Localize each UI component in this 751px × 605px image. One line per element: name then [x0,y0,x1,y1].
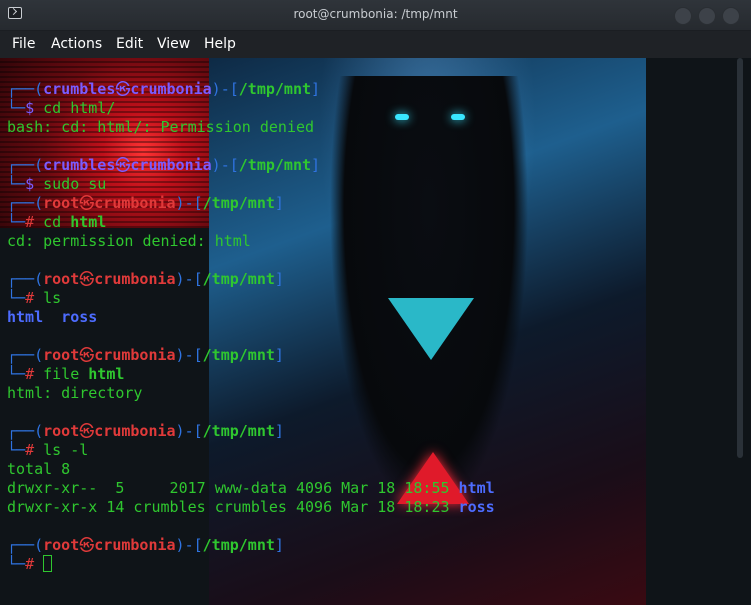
menu-help[interactable]: Help [204,36,236,52]
menu-file[interactable]: File [12,36,35,52]
command-line: └─# cd html [7,213,107,231]
text-cursor [43,555,53,572]
window-title: root@crumbonia: /tmp/mnt [293,7,458,21]
command-line: └─# file html [7,365,125,383]
hooded-figure-silhouette [329,76,529,516]
command-output: cd: permission denied: html [7,232,251,250]
window-titlebar: root@crumbonia: /tmp/mnt [0,0,751,31]
menu-view[interactable]: View [157,36,190,52]
prompt-line: ┌──(crumbles㉿crumbonia)-[/tmp/mnt] [7,80,321,98]
command-output: html ross [7,308,98,326]
command-line: └─$ sudo su [7,175,107,193]
command-input-line[interactable]: └─# [7,555,53,574]
command-output: html: directory [7,384,143,402]
command-output: total 8 [7,460,71,478]
prompt-line: ┌──(root㉿crumbonia)-[/tmp/mnt] [7,194,284,212]
prompt-line: ┌──(root㉿crumbonia)-[/tmp/mnt] [7,270,284,288]
menu-bar: File Actions Edit View Help [0,31,751,58]
close-button[interactable] [722,7,740,25]
prompt-line: ┌──(root㉿crumbonia)-[/tmp/mnt] [7,346,284,364]
glowing-eye-left [395,114,409,120]
menu-edit[interactable]: Edit [116,36,143,52]
command-output: bash: cd: html/: Permission denied [7,118,315,136]
minimize-button[interactable] [674,7,692,25]
prompt-line: ┌──(root㉿crumbonia)-[/tmp/mnt] [7,422,284,440]
glowing-eye-right [451,114,465,120]
command-line: └─# ls [7,289,62,307]
listing-row: drwxr-xr-x 14 crumbles crumbles 4096 Mar… [7,498,495,516]
prompt-line: ┌──(root㉿crumbonia)-[/tmp/mnt] [7,536,284,554]
command-line: └─$ cd html/ [7,99,116,117]
maximize-button[interactable] [698,7,716,25]
prompt-line: ┌──(crumbles㉿crumbonia)-[/tmp/mnt] [7,156,321,174]
terminal-area[interactable]: ┌──(crumbles㉿crumbonia)-[/tmp/mnt] └─$ c… [0,58,751,605]
menu-actions[interactable]: Actions [51,36,102,52]
command-line: └─# ls -l [7,441,89,459]
listing-row: drwxr-xr-- 5 2017 www-data 4096 Mar 18 1… [7,479,495,497]
terminal-scrollbar[interactable] [737,58,743,458]
cyan-triangle-emblem [388,298,474,360]
